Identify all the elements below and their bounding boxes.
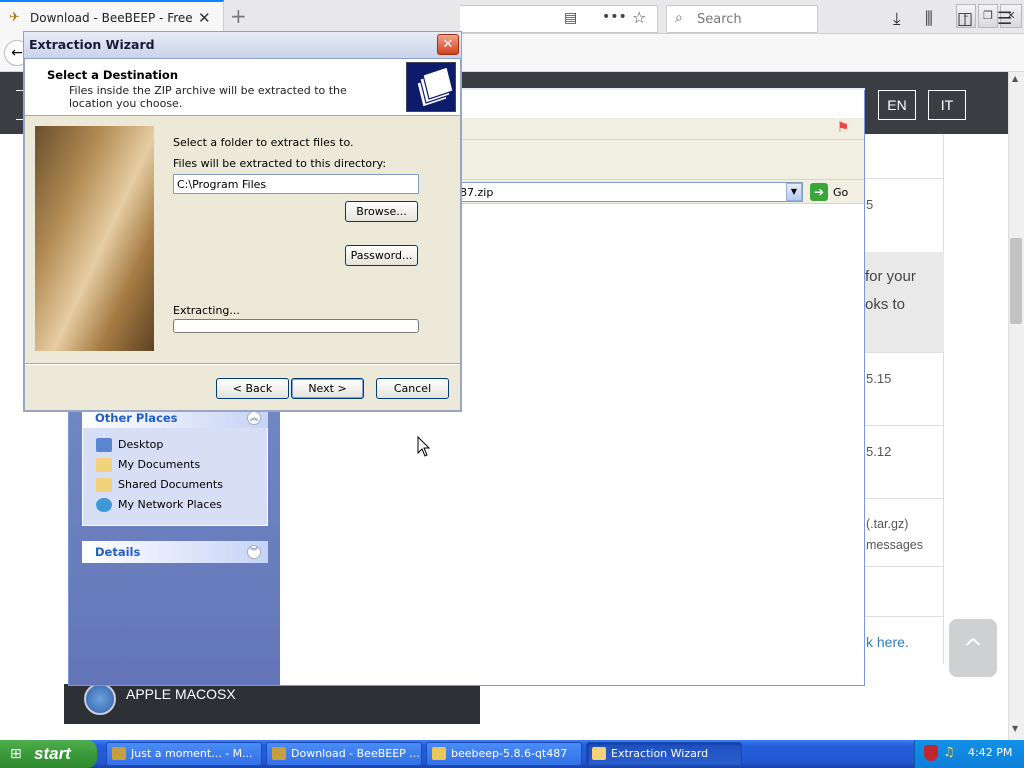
go-arrow-icon[interactable]: ➔ <box>810 183 828 201</box>
scroll-down-icon[interactable]: ▼ <box>1012 724 1018 733</box>
cancel-button[interactable]: Cancel <box>376 378 449 399</box>
details-title: Details <box>95 545 141 559</box>
divider <box>864 566 944 567</box>
folder-icon <box>592 747 606 760</box>
place-label: Shared Documents <box>118 478 223 491</box>
site-text: messages <box>866 538 923 552</box>
extraction-progress-bar <box>173 319 419 333</box>
zip-folder-icon <box>432 747 446 760</box>
extracting-label: Extracting... <box>173 304 240 317</box>
place-shared-documents[interactable]: Shared Documents <box>96 478 223 492</box>
taskbar-item[interactable]: Just a moment... - M... <box>106 742 262 766</box>
zip-folder-icon <box>406 62 456 112</box>
taskbar-item-active[interactable]: Extraction Wizard <box>586 742 742 766</box>
library-icon[interactable]: ⫼ <box>925 9 933 29</box>
search-input[interactable]: ⌕ Search <box>666 5 818 33</box>
address-value: 87.zip <box>460 186 494 199</box>
site-text: 5 <box>866 197 874 212</box>
divider <box>864 352 944 353</box>
taskbar-clock: 4:42 PM <box>968 746 1013 759</box>
macos-label: APPLE MACOSX <box>126 686 236 702</box>
divider <box>864 616 944 617</box>
go-button[interactable]: Go <box>833 186 848 199</box>
taskbar-item-label: beebeep-5.8.6-qt487 <box>451 747 568 760</box>
volume-icon[interactable]: ♫ <box>943 745 955 760</box>
wizard-divider <box>25 363 460 365</box>
browse-button[interactable]: Browse... <box>345 201 418 222</box>
lang-en-button[interactable]: EN <box>878 90 916 120</box>
site-text: 5.12 <box>866 444 892 459</box>
windows-logo-icon: ⚑ <box>836 120 850 136</box>
divider <box>864 498 944 499</box>
other-places-title: Other Places <box>95 411 178 425</box>
lang-it-button[interactable]: IT <box>928 90 966 120</box>
next-button[interactable]: Next > <box>291 378 364 399</box>
site-content-column <box>864 134 944 664</box>
scroll-to-top-button[interactable]: ^ <box>949 619 997 677</box>
download-icon[interactable]: ⤓ <box>893 9 901 29</box>
search-placeholder: Search <box>697 12 742 27</box>
taskbar-item[interactable]: Download - BeeBEEP ... <box>266 742 422 766</box>
collapse-chevron-icon[interactable]: ︽ <box>247 411 261 425</box>
place-label: My Documents <box>118 458 201 471</box>
url-bar[interactable]: ▤ ••• ☆ <box>460 5 658 33</box>
site-text: for your <box>865 268 916 285</box>
wizard-close-button[interactable]: ✕ <box>437 34 459 55</box>
back-button[interactable]: < Back <box>216 378 289 399</box>
wizard-title: Extraction Wizard <box>29 37 155 52</box>
page-scrollbar[interactable]: ▲ ▼ <box>1008 72 1024 740</box>
taskbar-item-label: Extraction Wizard <box>611 747 709 760</box>
place-my-documents[interactable]: My Documents <box>96 458 200 472</box>
taskbar-item-label: Just a moment... - M... <box>131 747 253 760</box>
address-dropdown-icon[interactable]: ▼ <box>786 183 802 201</box>
firefox-icon <box>112 747 126 760</box>
security-shield-icon[interactable] <box>924 745 938 761</box>
firefox-icon <box>272 747 286 760</box>
place-my-network-places[interactable]: My Network Places <box>96 498 222 512</box>
reader-view-icon[interactable]: ▤ <box>564 10 577 26</box>
folder-icon <box>96 458 112 472</box>
page-actions-icon[interactable]: ••• <box>602 9 627 25</box>
scroll-up-icon[interactable]: ▲ <box>1012 74 1018 83</box>
taskbar-item-label: Download - BeeBEEP ... <box>291 747 420 760</box>
bookmark-star-icon[interactable]: ☆ <box>632 8 646 27</box>
bee-favicon-icon: ✈ <box>9 10 20 25</box>
wizard-step-title: Select a Destination <box>47 68 179 82</box>
site-text: oks to <box>865 296 906 313</box>
select-folder-label: Select a folder to extract files to. <box>173 136 354 149</box>
site-text: 5.15 <box>866 371 892 386</box>
tab-title: Download - BeeBEEP - Free Office Messeng… <box>30 11 195 25</box>
folder-icon <box>96 478 112 492</box>
window-restore-button[interactable]: ❐ <box>978 4 998 28</box>
site-link[interactable]: k here. <box>866 634 909 650</box>
windows-flag-icon: ⊞ <box>10 746 22 762</box>
search-icon: ⌕ <box>675 10 683 26</box>
sidebar-icon[interactable]: ◫ <box>957 9 973 29</box>
place-label: My Network Places <box>118 498 222 511</box>
directory-input[interactable]: C:\Program Files <box>173 174 419 194</box>
wizard-step-desc: Files inside the ZIP archive will be ext… <box>69 84 347 110</box>
password-button[interactable]: Password... <box>345 245 418 266</box>
divider <box>864 425 944 426</box>
desktop-icon <box>96 438 112 452</box>
chevron-up-icon: ^ <box>962 634 984 662</box>
scrollbar-thumb[interactable] <box>1010 238 1022 324</box>
place-desktop[interactable]: Desktop <box>96 438 163 452</box>
taskbar-item[interactable]: beebeep-5.8.6-qt487 <box>426 742 582 766</box>
new-tab-button[interactable]: + <box>230 4 247 28</box>
browser-tab[interactable]: ✈ Download - BeeBEEP - Free Office Messe… <box>0 0 224 34</box>
directory-label: Files will be extracted to this director… <box>173 157 387 170</box>
divider <box>864 178 944 179</box>
site-text: (.tar.gz) <box>866 517 909 531</box>
tab-close-icon[interactable]: ✕ <box>198 9 211 27</box>
apple-icon <box>84 683 116 715</box>
network-icon <box>96 498 112 512</box>
address-input[interactable] <box>460 182 803 202</box>
menu-icon[interactable]: ☰ <box>997 9 1012 29</box>
place-label: Desktop <box>118 438 164 451</box>
expand-chevron-icon[interactable]: ︾ <box>247 545 261 559</box>
wizard-side-image <box>35 126 154 351</box>
